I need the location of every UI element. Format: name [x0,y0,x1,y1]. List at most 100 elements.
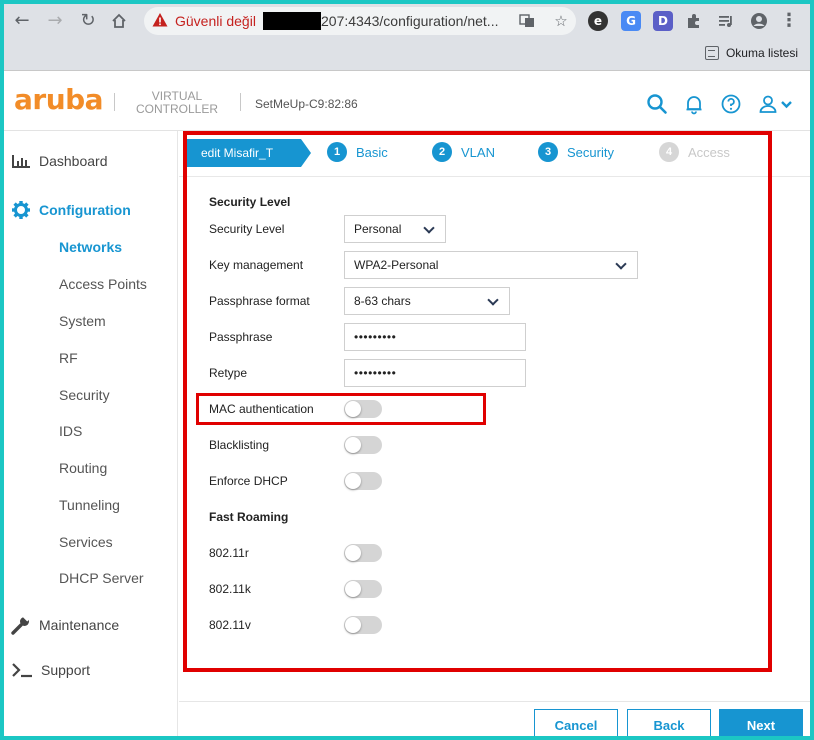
sidebar-item-networks[interactable]: Networks [59,239,122,255]
security-level-select[interactable]: Personal [344,215,446,243]
sidebar-item-configuration[interactable]: Configuration [11,200,131,220]
edit-network-tab[interactable]: edit Misafir_T [187,139,311,167]
sidebar-item-rf[interactable]: RF [59,350,78,366]
sidebar-item-tunneling[interactable]: Tunneling [59,497,120,513]
back-arrow-icon[interactable]: ← [11,10,33,32]
sidebar-item-services[interactable]: Services [59,534,113,550]
bell-icon[interactable] [683,93,705,115]
step-basic[interactable]: 1 Basic [327,142,388,162]
step-label: Access [688,144,730,160]
sidebar-item-label: Support [41,662,91,678]
enforce-dhcp-toggle[interactable] [344,472,382,490]
passphrase-format-label: Passphrase format [209,294,310,308]
search-icon[interactable] [646,93,668,115]
help-icon[interactable] [720,93,742,115]
insecure-label: Güvenli değil [175,13,256,29]
key-management-label: Key management [209,258,304,272]
section-title-fast-roaming: Fast Roaming [209,510,289,524]
reading-list-label: Okuma listesi [725,46,798,60]
sidebar-item-routing[interactable]: Routing [59,460,107,476]
sidebar-item-system[interactable]: System [59,313,106,329]
step-label: VLAN [461,144,495,160]
passphrase-format-select[interactable]: 8-63 chars [344,287,510,315]
home-icon[interactable] [108,10,130,32]
bookmarks-bar: Okuma listesi [4,38,810,71]
step-vlan[interactable]: 2 VLAN [432,142,495,162]
sidebar: Dashboard Configuration Networks Access … [4,131,178,736]
reload-icon[interactable]: ↻ [77,10,99,32]
key-management-value: WPA2-Personal [354,258,439,272]
sidebar-item-dhcp-server[interactable]: DHCP Server [59,570,144,586]
step-number: 1 [327,142,347,162]
product-name: VIRTUAL CONTROLLER [130,90,224,116]
passphrase-input[interactable]: ••••••••• [344,323,526,351]
extensions-puzzle-icon[interactable] [683,10,705,32]
security-level-value: Personal [354,222,402,236]
sidebar-item-label: Maintenance [39,617,120,633]
wrench-icon [11,615,31,635]
app-header: aruba VIRTUAL CONTROLLER SetMeUp-C9:82:8… [4,71,810,131]
main-content: edit Misafir_T 1 Basic 2 VLAN 3 Security… [179,131,810,736]
aruba-logo: aruba [14,83,104,116]
80211r-toggle[interactable] [344,544,382,562]
enforce-dhcp-label: Enforce DHCP [209,474,288,488]
chevron-down-icon [423,222,435,234]
step-label: Basic [356,144,388,160]
retype-input[interactable]: ••••••••• [344,359,526,387]
mac-authentication-toggle[interactable] [344,400,382,418]
terminal-icon [12,663,32,678]
user-menu-icon[interactable] [758,93,798,115]
window: ← → ↻ Güvenli değil 207:4343/configurati… [4,4,810,736]
step-number: 2 [432,142,452,162]
blacklisting-toggle[interactable] [344,436,382,454]
passphrase-format-value: 8-63 chars [354,294,411,308]
blacklisting-label: Blacklisting [209,438,270,452]
forward-arrow-icon[interactable]: → [44,10,66,32]
media-queue-icon[interactable] [715,10,737,32]
chevron-down-icon [487,294,499,306]
browser-menu-icon[interactable]: ⋮ [778,10,800,32]
80211v-label: 802.11v [209,618,251,632]
step-label: Security [567,144,614,160]
step-number: 3 [538,142,558,162]
next-button[interactable]: Next [719,709,803,736]
url-text: 207:4343/configuration/net... [321,13,499,29]
key-management-select[interactable]: WPA2-Personal [344,251,638,279]
sidebar-item-dashboard[interactable]: Dashboard [11,153,108,169]
product-name-line2: CONTROLLER [135,102,218,116]
step-security[interactable]: 3 Security [538,142,614,162]
wizard-footer: Cancel Back Next [179,701,810,736]
back-button[interactable]: Back [627,709,711,736]
browser-toolbar: ← → ↻ Güvenli değil 207:4343/configurati… [4,4,810,38]
mac-authentication-label: MAC authentication [209,402,314,416]
warning-icon [152,13,168,27]
bar-chart-icon [12,155,30,168]
section-title-security-level: Security Level [209,195,291,209]
reading-list-button[interactable]: Okuma listesi [704,46,798,60]
retype-label: Retype [209,366,248,380]
cancel-button[interactable]: Cancel [534,709,618,736]
sidebar-item-security[interactable]: Security [59,387,110,403]
extension-e-icon[interactable]: e [588,11,608,31]
chevron-down-icon [615,258,627,270]
sidebar-item-support[interactable]: Support [11,662,90,678]
bookmark-star-icon[interactable]: ☆ [552,12,570,30]
header-divider [114,93,115,111]
translate-icon[interactable] [518,12,536,30]
extension-d-icon[interactable]: D [653,11,673,31]
sidebar-item-label: Dashboard [39,153,108,169]
passphrase-label: Passphrase [209,330,273,344]
sidebar-item-maintenance[interactable]: Maintenance [11,615,119,635]
sidebar-item-ids[interactable]: IDS [59,423,82,439]
security-level-label: Security Level [209,222,285,236]
sidebar-item-access-points[interactable]: Access Points [59,276,147,292]
profile-icon[interactable] [748,10,770,32]
80211v-toggle[interactable] [344,616,382,634]
address-bar[interactable]: Güvenli değil 207:4343/configuration/net… [144,7,576,35]
redacted-host [263,12,321,30]
sidebar-item-label: Configuration [39,202,131,218]
google-translate-icon[interactable]: G [621,11,641,31]
80211k-toggle[interactable] [344,580,382,598]
browser-chrome: ← → ↻ Güvenli değil 207:4343/configurati… [4,4,810,71]
device-name: SetMeUp-C9:82:86 [255,97,358,111]
